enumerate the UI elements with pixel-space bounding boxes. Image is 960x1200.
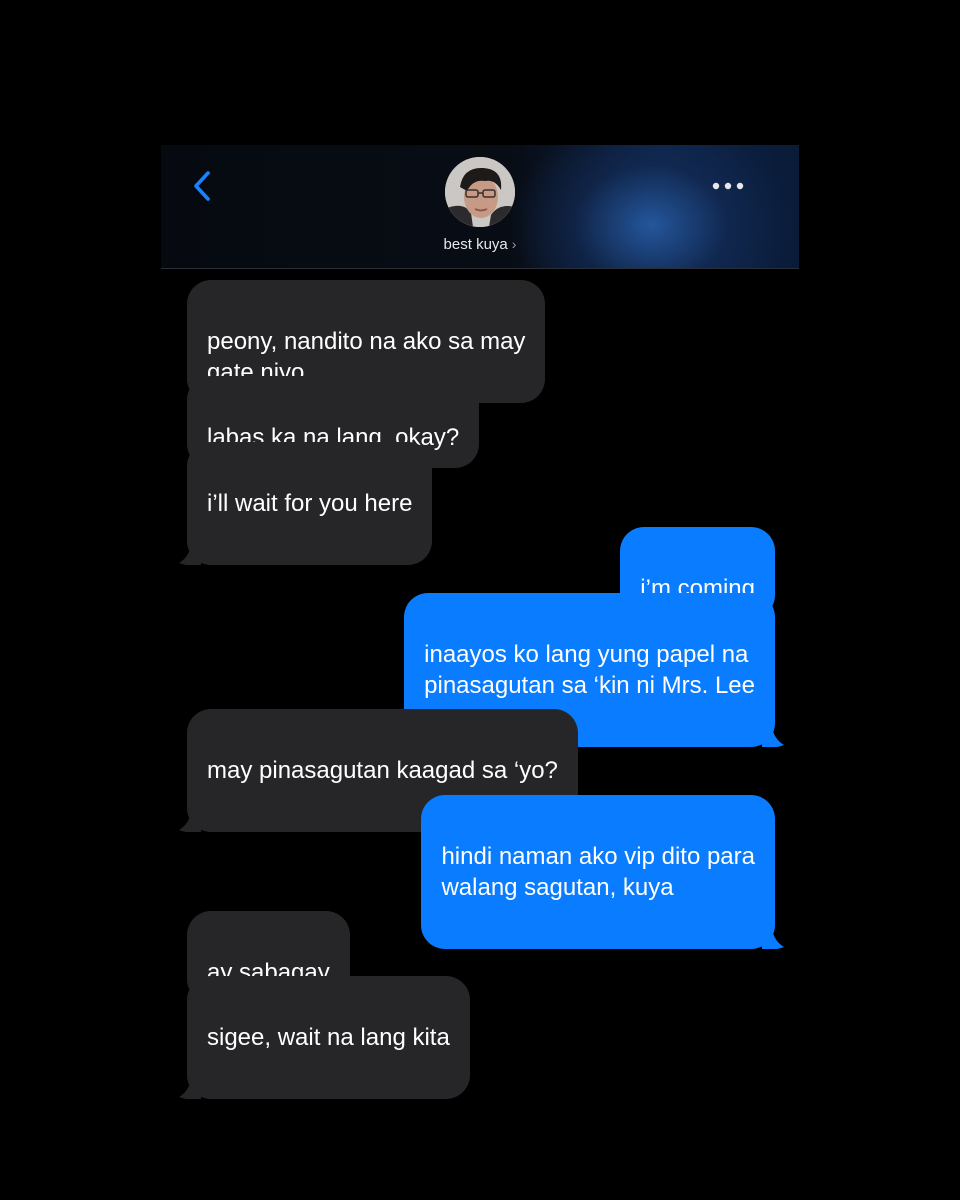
more-options-button[interactable] xyxy=(707,175,749,197)
contact-name: best kuya xyxy=(443,236,508,253)
message-text: hindi naman ako vip dito para walang sag… xyxy=(441,843,755,901)
contact-avatar[interactable] xyxy=(445,157,515,227)
conversation-header: best kuya › xyxy=(161,145,799,269)
message-text: i’ll wait for you here xyxy=(207,490,413,517)
bubble-tail xyxy=(179,545,201,565)
ellipsis-icon xyxy=(712,182,744,190)
chevron-right-icon: › xyxy=(511,236,517,252)
contact-name-button[interactable]: best kuya › xyxy=(161,236,799,253)
message-text: may pinasagutan kaagad sa ‘yo? xyxy=(207,757,558,784)
message-text: inaayos ko lang yung papel na pinasaguta… xyxy=(424,641,755,699)
back-button[interactable] xyxy=(189,169,217,205)
message-bubble-incoming[interactable]: i’ll wait for you here xyxy=(179,442,433,565)
message-text: sigee, wait na lang kita xyxy=(207,1024,450,1051)
bubble-tail xyxy=(762,727,784,747)
bubble-tail xyxy=(179,812,201,832)
message-thread-screen: best kuya › peony, nandito na ako sa may … xyxy=(161,145,799,1099)
message-bubble-incoming[interactable]: sigee, wait na lang kita xyxy=(179,976,470,1099)
message-bubble-outgoing[interactable]: hindi naman ako vip dito para walang sag… xyxy=(421,795,784,949)
chevron-left-icon xyxy=(194,171,210,201)
bubble-tail xyxy=(179,1079,201,1099)
bubble-tail xyxy=(762,929,784,949)
